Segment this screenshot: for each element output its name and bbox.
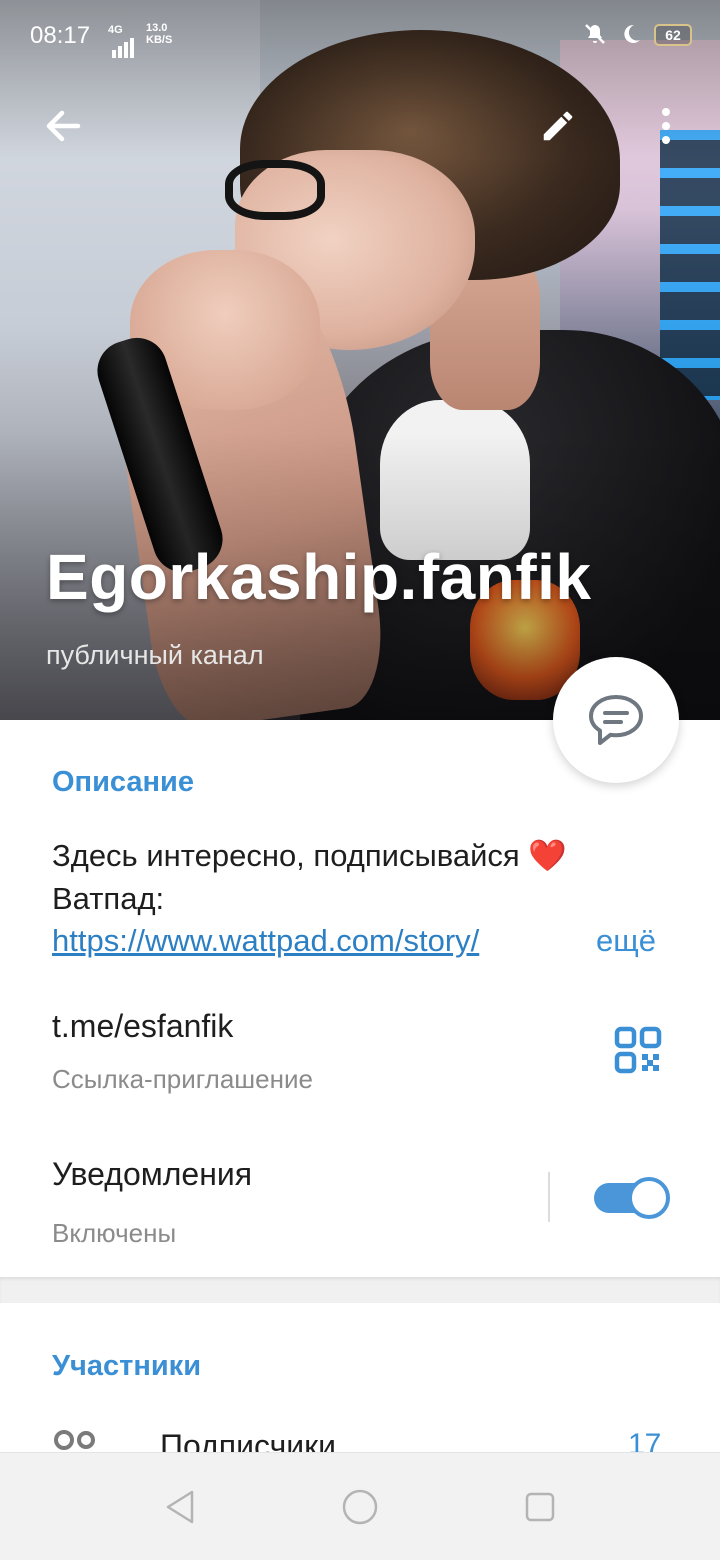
network-speed-unit: KB/S bbox=[146, 34, 173, 46]
system-navigation-bar bbox=[0, 1452, 720, 1560]
signal-icon bbox=[112, 36, 134, 58]
pencil-icon bbox=[543, 111, 573, 141]
heart-emoji: ❤️ bbox=[528, 838, 567, 873]
nav-back-button[interactable] bbox=[160, 1487, 200, 1527]
square-recents-icon bbox=[525, 1492, 555, 1522]
discussion-button[interactable] bbox=[553, 657, 679, 783]
section-divider bbox=[0, 1277, 720, 1303]
channel-title: Egorkaship.fanfik bbox=[46, 541, 592, 613]
qr-code-button[interactable] bbox=[614, 1026, 662, 1074]
arrow-left-icon bbox=[46, 110, 81, 142]
notifications-divider bbox=[548, 1172, 550, 1222]
back-button[interactable] bbox=[34, 98, 90, 154]
description-text: Здесь интересно, подписывайся ❤️ Ватпад: bbox=[52, 834, 672, 920]
more-options-button[interactable] bbox=[638, 98, 694, 154]
description-more-button[interactable]: ещё bbox=[596, 919, 656, 962]
more-vertical-icon bbox=[662, 108, 670, 144]
qr-code-icon bbox=[614, 1026, 662, 1074]
nav-home-button[interactable] bbox=[340, 1487, 380, 1527]
members-heading: Участники bbox=[52, 1350, 202, 1382]
moon-icon bbox=[618, 22, 644, 48]
notifications-status: Включены bbox=[52, 1218, 177, 1248]
nav-recents-button[interactable] bbox=[520, 1487, 560, 1527]
invite-link-label: Ссылка-приглашение bbox=[52, 1064, 313, 1094]
status-bar: 08:17 4G 13.0 KB/S 62 bbox=[0, 0, 720, 72]
circle-home-icon bbox=[342, 1489, 378, 1525]
status-icons: 62 bbox=[582, 22, 692, 48]
notifications-toggle[interactable] bbox=[594, 1175, 672, 1221]
notifications-title[interactable]: Уведомления bbox=[52, 1156, 252, 1193]
battery-icon: 62 bbox=[654, 24, 692, 46]
description-link[interactable]: https://www.wattpad.com/story/ bbox=[52, 919, 572, 962]
description-heading: Описание bbox=[52, 766, 194, 798]
status-time: 08:17 bbox=[30, 22, 91, 49]
description-line-2: Ватпад: bbox=[52, 881, 165, 916]
invite-link[interactable]: t.me/esfanfik bbox=[52, 1008, 233, 1045]
triangle-back-icon bbox=[166, 1490, 194, 1524]
description-line-1-text: Здесь интересно, подписывайся bbox=[52, 838, 520, 873]
mute-icon bbox=[582, 22, 608, 48]
chat-bubble-icon bbox=[589, 695, 643, 745]
network-type: 4G bbox=[108, 24, 123, 36]
network-speed-value: 13.0 bbox=[146, 22, 168, 34]
description-line-1: Здесь интересно, подписывайся ❤️ bbox=[52, 834, 672, 877]
edit-button[interactable] bbox=[530, 98, 586, 154]
toggle-knob bbox=[628, 1177, 670, 1219]
network-speed: 13.0 KB/S bbox=[146, 22, 172, 46]
channel-type: публичный канал bbox=[46, 640, 264, 670]
